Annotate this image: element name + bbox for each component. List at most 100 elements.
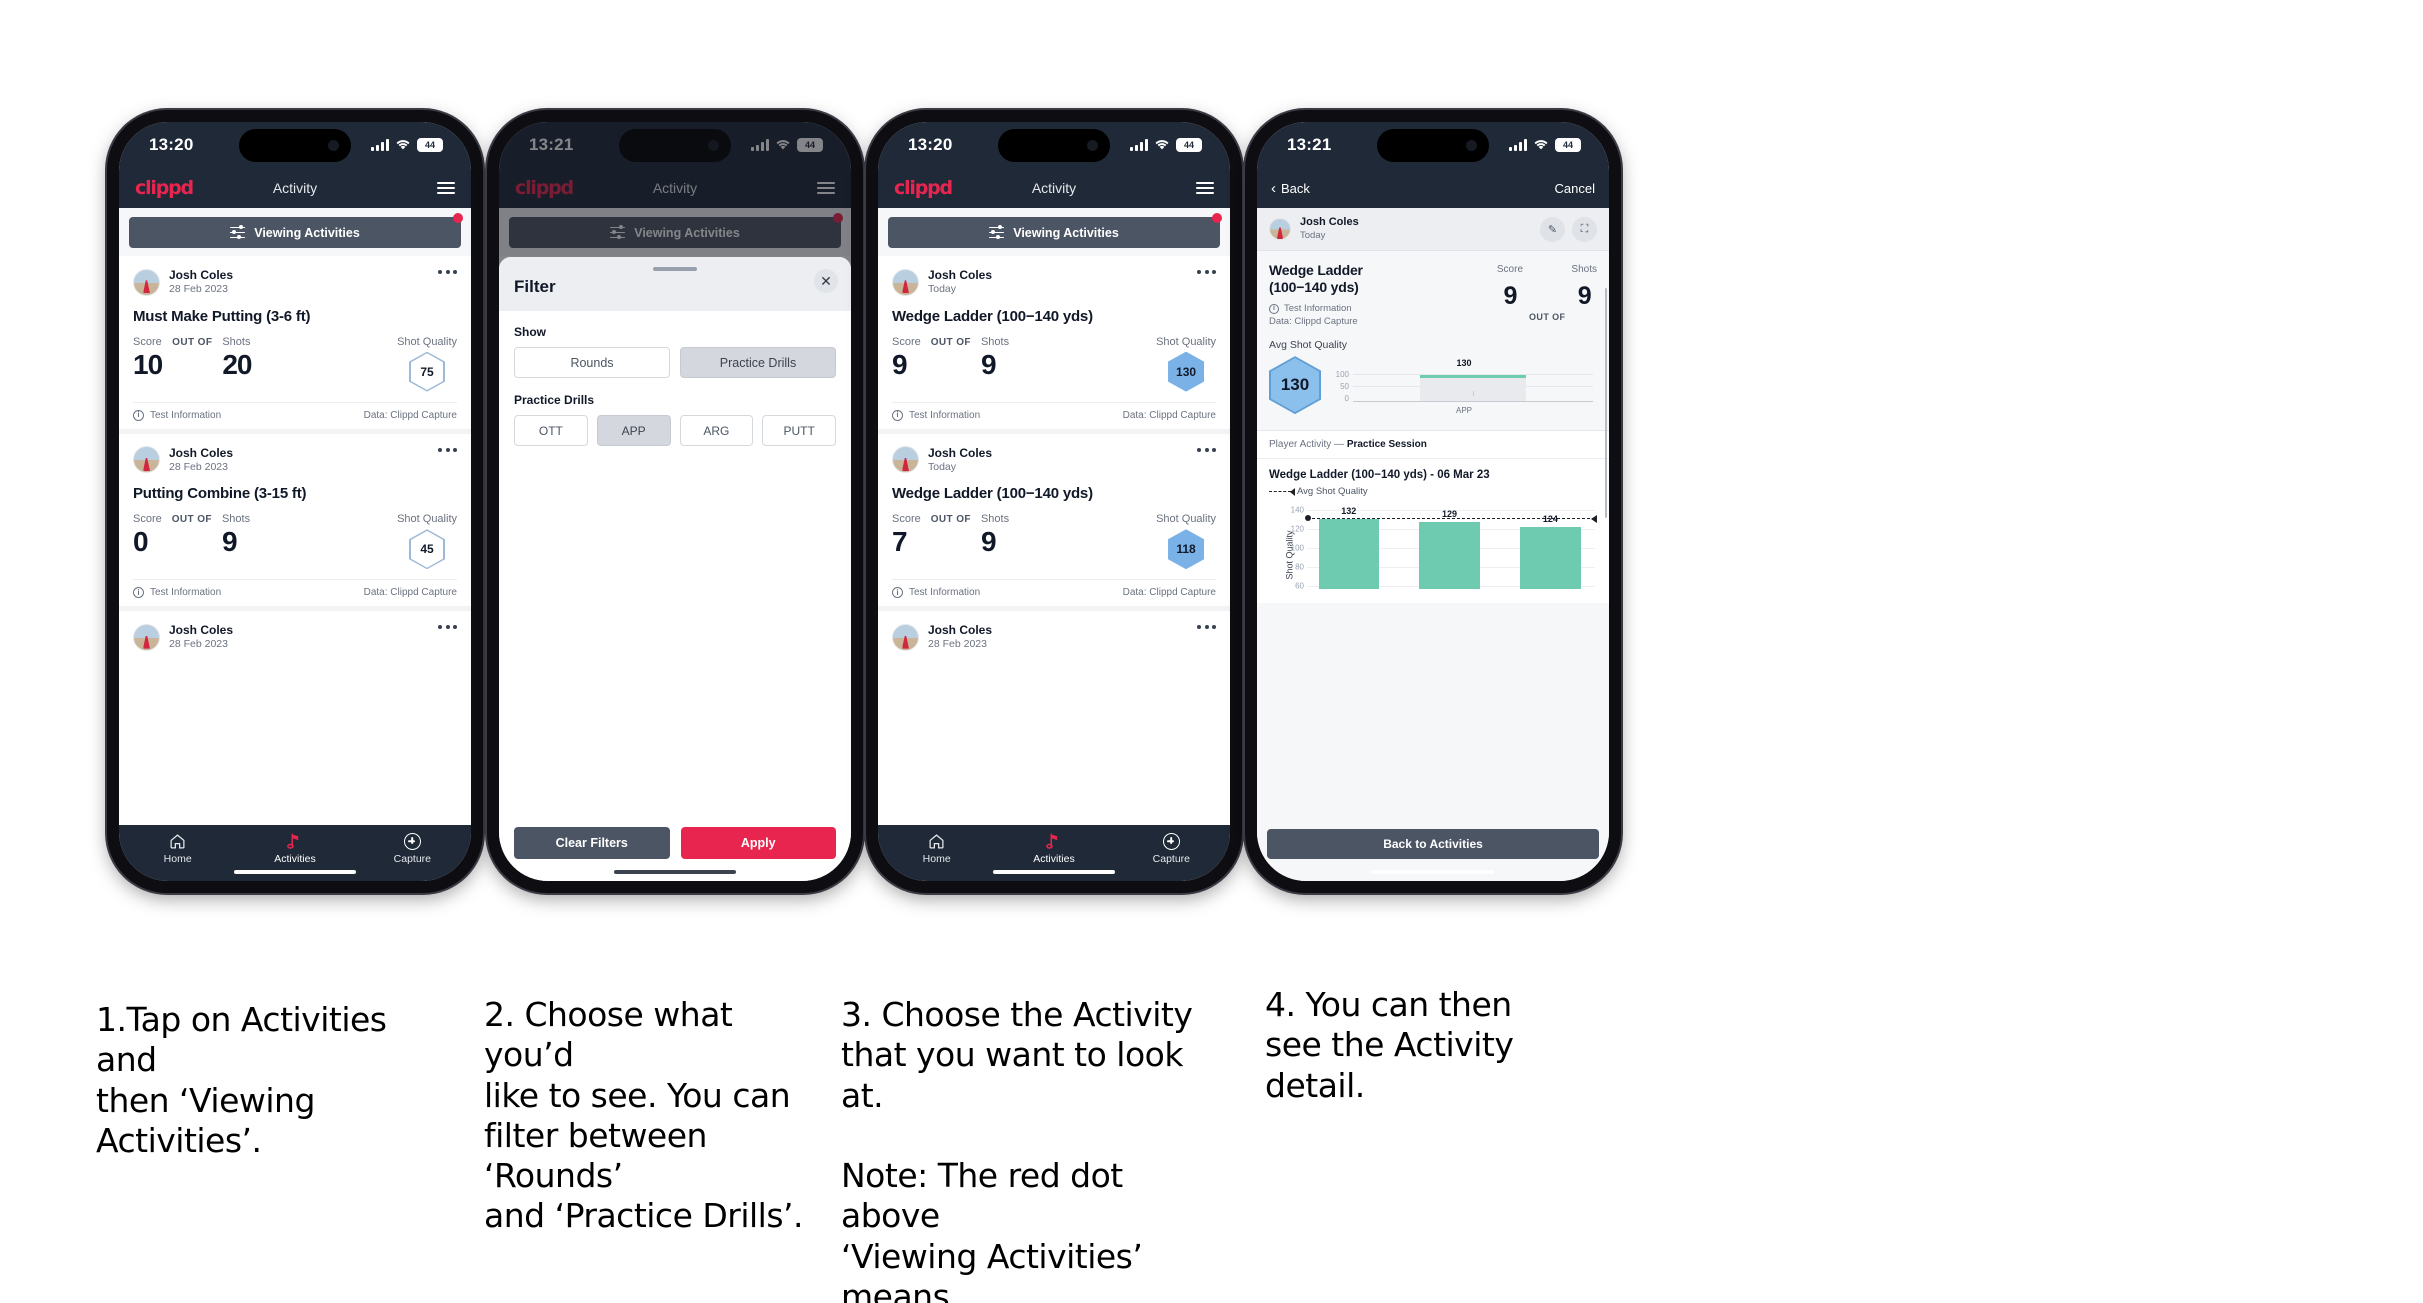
data-source-label: Data: Clippd Capture (363, 587, 457, 599)
back-button[interactable]: ‹ Back (1271, 181, 1310, 196)
shot-quality-label: Shot Quality (1156, 513, 1216, 526)
apply-button[interactable]: Apply (680, 827, 836, 859)
y-tick: 120 (1290, 524, 1304, 534)
drill-chip-ott[interactable]: OTT (514, 415, 588, 446)
info-icon[interactable]: i (892, 409, 903, 421)
viewing-activities-button[interactable]: Viewing Activities (888, 217, 1220, 248)
detail-meta: i Test Information Data: Clippd Capture (1269, 303, 1491, 327)
dynamic-island (998, 129, 1110, 162)
menu-icon[interactable] (1196, 182, 1214, 194)
sheet-drag-handle[interactable] (653, 267, 697, 271)
shot-quality-value: 130 (1176, 364, 1197, 379)
page-title: Activity (272, 180, 318, 196)
menu-icon[interactable] (437, 182, 455, 194)
tab-activities[interactable]: Activities (236, 832, 353, 874)
avatar (133, 624, 160, 652)
shots-label: Shots (221, 513, 251, 526)
status-time: 13:20 (149, 135, 194, 154)
card-more-options-icon[interactable] (438, 447, 457, 452)
chart-y-axis: 140 120 100 80 60 (1283, 506, 1305, 590)
card-header: Josh Coles 28 Feb 2023 (892, 623, 1216, 652)
filter-option-rounds[interactable]: Rounds (514, 347, 670, 378)
test-information-label: Test Information (909, 409, 981, 421)
test-information-label: Test Information (150, 409, 222, 421)
card-header: Josh Coles Today (892, 268, 1216, 297)
chevron-left-icon: ‹ (1271, 179, 1276, 197)
card-footer: i Test Information Data: Clippd Capture (133, 579, 457, 606)
card-footer: i Test Information Data: Clippd Capture (133, 401, 457, 429)
data-source-label: Data: Clippd Capture (1269, 316, 1358, 328)
bar: 129 (1419, 509, 1480, 590)
activity-card[interactable]: Josh Coles Today Wedge Ladder (100−140 y… (878, 256, 1230, 434)
shot-quality-hexagon: 75 (409, 351, 446, 392)
filter-bar-container: Viewing Activities (878, 208, 1230, 256)
score-block: Score 0 (133, 513, 162, 556)
phone-1-activities-list: 13:20 44 clippd Activity Viewing Activit… (107, 110, 483, 893)
card-more-options-icon[interactable] (1197, 625, 1216, 630)
card-more-options-icon[interactable] (438, 625, 457, 630)
drill-chip-arg[interactable]: ARG (679, 415, 754, 446)
mini-y-tick: 100 (1335, 370, 1349, 380)
card-header: Josh Coles Today (892, 446, 1216, 475)
detail-nav-bar: ‹ Back Cancel (1257, 168, 1609, 208)
close-icon[interactable]: ✕ (814, 269, 838, 293)
activity-feed[interactable]: Josh Coles 28 Feb 2023 Must Make Putting… (119, 256, 471, 825)
user-name: Josh Coles (169, 623, 234, 638)
arg-label: ARG (703, 423, 730, 438)
filter-option-practice-drills[interactable]: Practice Drills (680, 347, 836, 378)
info-icon[interactable]: i (133, 587, 144, 599)
avatar (892, 624, 919, 652)
activity-card[interactable]: Josh Coles 28 Feb 2023 (119, 611, 471, 652)
shots-label: Shots (980, 513, 1010, 526)
out-of-label: OUT OF (172, 336, 213, 348)
info-icon[interactable]: i (892, 587, 903, 599)
activity-card[interactable]: Josh Coles 28 Feb 2023 Must Make Putting… (119, 256, 471, 434)
fullscreen-icon[interactable]: ⛶ (1572, 216, 1597, 242)
avatar (892, 268, 919, 296)
battery-indicator: 44 (417, 138, 443, 152)
tab-home[interactable]: Home (878, 833, 995, 865)
status-bar: 13:20 44 (878, 122, 1230, 168)
vertical-scrollbar[interactable] (1604, 288, 1607, 518)
shots-label: Shots (222, 335, 251, 348)
viewing-activities-button[interactable]: Viewing Activities (129, 217, 461, 248)
clippd-logo: clippd (894, 177, 953, 199)
info-icon[interactable]: i (133, 409, 144, 421)
legend-dash-icon (1269, 488, 1295, 497)
back-to-activities-button[interactable]: Back to Activities (1267, 829, 1599, 859)
tab-home[interactable]: Home (119, 833, 236, 865)
drill-chip-putt[interactable]: PUTT (762, 415, 836, 446)
detail-title-block: Wedge Ladder (100−140 yds) i Test Informa… (1269, 262, 1491, 327)
shot-quality-hexagon: 45 (409, 529, 446, 570)
user-name: Josh Coles (1300, 216, 1359, 228)
back-to-activities-label: Back to Activities (1383, 837, 1483, 851)
tab-activities[interactable]: Activities (995, 832, 1112, 874)
data-source-label: Data: Clippd Capture (1122, 409, 1216, 421)
tab-capture[interactable]: Capture (1113, 832, 1230, 865)
out-of-label: OUT OF (930, 336, 971, 348)
edit-icon[interactable]: ✎ (1540, 216, 1565, 242)
activity-feed[interactable]: Josh Coles Today Wedge Ladder (100−140 y… (878, 256, 1230, 825)
card-more-options-icon[interactable] (1197, 447, 1216, 452)
cancel-button[interactable]: Cancel (1555, 181, 1595, 196)
clear-filters-button[interactable]: Clear Filters (514, 827, 670, 859)
info-icon[interactable]: i (1269, 303, 1279, 314)
shots-block: Shots 9 (222, 513, 250, 556)
activity-card[interactable]: Josh Coles Today Wedge Ladder (100−140 y… (878, 433, 1230, 612)
shot-quality-label: Shot Quality (397, 335, 457, 348)
activity-detail-body[interactable]: Josh Coles Today ✎ ⛶ Wedge Ladder (100−1… (1257, 208, 1609, 881)
activity-card[interactable]: Josh Coles 28 Feb 2023 (878, 611, 1230, 652)
card-more-options-icon[interactable] (438, 270, 457, 274)
bar-value: 124 (1542, 513, 1558, 524)
shots-value: 9 (980, 348, 997, 380)
caption-step-4: 4. You can then see the Activity detail. (1265, 985, 1514, 1105)
drill-chip-app[interactable]: APP (596, 415, 671, 446)
activity-card[interactable]: Josh Coles 28 Feb 2023 Putting Combine (… (119, 433, 471, 612)
tab-capture[interactable]: Capture (354, 832, 471, 865)
score-block: Score 7 (892, 513, 921, 556)
user-name: Josh Coles (928, 623, 993, 638)
tab-activities-label: Activities (274, 853, 316, 865)
shot-quality-label: Shot Quality (1156, 335, 1216, 348)
filter-title: Filter (514, 277, 556, 296)
card-more-options-icon[interactable] (1197, 270, 1216, 274)
